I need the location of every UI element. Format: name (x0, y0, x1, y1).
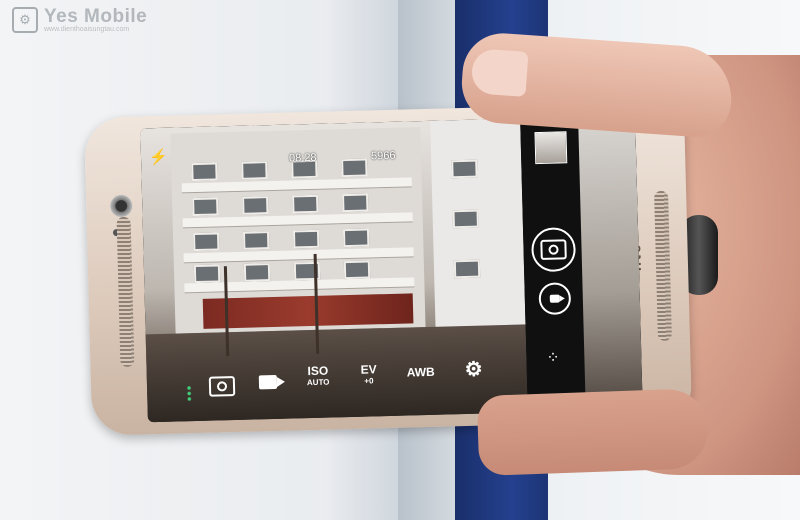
awb-button[interactable]: AWB (407, 365, 435, 380)
awb-label: AWB (406, 364, 435, 380)
watermark: ⚙ Yes Mobile www.dienthoaisungtau.com (12, 6, 147, 33)
right-speaker (654, 190, 672, 341)
window (451, 159, 478, 179)
window (191, 162, 218, 182)
shutter-button[interactable] (530, 227, 577, 273)
status-count: 5966 (370, 149, 396, 163)
iso-value: AUTO (306, 377, 330, 388)
front-camera-icon (109, 194, 133, 218)
ev-value: +0 (364, 376, 374, 386)
window (342, 193, 369, 213)
watermark-logo-icon: ⚙ (12, 6, 38, 33)
viewfinder-edge (578, 115, 643, 411)
video-icon (258, 374, 278, 390)
gear-icon: ⚙ (464, 358, 483, 382)
camera-icon (208, 376, 236, 397)
window (243, 263, 271, 282)
window (242, 196, 269, 215)
ev-label: EV (360, 362, 377, 377)
grid-icon[interactable]: ⁘ (546, 348, 560, 368)
window (292, 194, 319, 214)
smartphone: htc (83, 102, 693, 436)
iso-label: ISO (307, 363, 329, 379)
menu-dots-icon[interactable] (186, 385, 192, 402)
settings-button[interactable]: ⚙ (464, 358, 483, 382)
viewfinder-building-right (430, 118, 526, 331)
iso-button[interactable]: ISO AUTO (306, 363, 330, 388)
ev-button[interactable]: EV +0 (360, 362, 377, 385)
window (192, 197, 219, 217)
window (453, 259, 481, 279)
camera-icon (540, 239, 567, 260)
video-icon (549, 294, 560, 303)
window (242, 231, 270, 250)
status-time: 08:28 (288, 151, 317, 165)
photo-scene: ⚙ Yes Mobile www.dienthoaisungtau.com ht… (0, 0, 800, 520)
window (342, 228, 370, 248)
window (452, 209, 479, 229)
thumb-nail (470, 48, 529, 97)
window (292, 229, 320, 249)
window (241, 161, 268, 180)
video-mode-button[interactable] (258, 374, 278, 390)
window (193, 264, 221, 284)
last-photo-thumbnail[interactable] (534, 131, 568, 165)
flash-icon[interactable]: ⚡ (149, 148, 168, 166)
photo-mode-button[interactable] (208, 376, 236, 397)
window (343, 260, 371, 280)
window (341, 158, 368, 178)
window (192, 232, 220, 252)
camera-side-panel: ⁘ (520, 115, 643, 413)
shop-front (202, 293, 414, 329)
camera-viewfinder: ⚡ 08:28 5966 ISO AUTO EV +0 AWB ⚙ (140, 118, 528, 423)
left-speaker (116, 216, 135, 368)
record-button[interactable] (538, 282, 572, 316)
phone-screen: ⚡ 08:28 5966 ISO AUTO EV +0 AWB ⚙ ⁘ (140, 115, 643, 423)
finger (476, 388, 710, 476)
watermark-brand: Yes Mobile (44, 6, 148, 27)
